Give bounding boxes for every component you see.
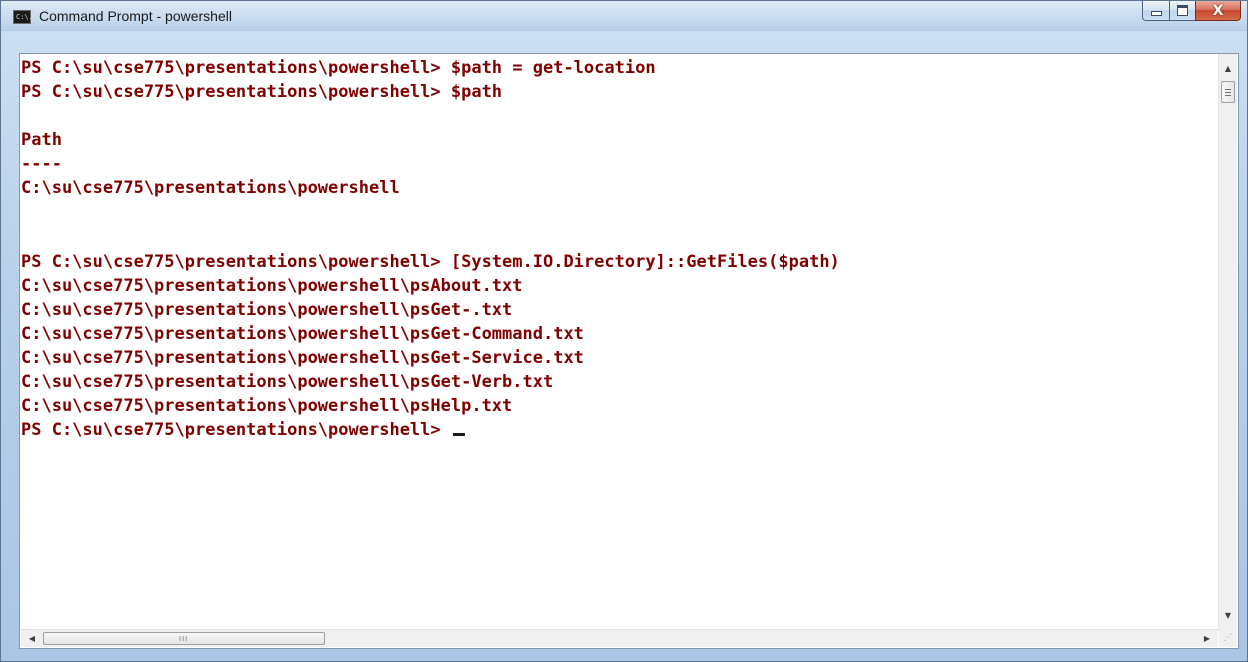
vertical-scrollbar[interactable]: ▲ ▼ <box>1218 54 1237 631</box>
caption-buttons: X <box>1142 1 1241 21</box>
close-icon: X <box>1212 2 1224 19</box>
minimize-icon <box>1150 11 1162 16</box>
close-button[interactable]: X <box>1195 1 1241 21</box>
console-icon[interactable]: C:\. <box>13 10 33 24</box>
console-line: C:\su\cse775\presentations\powershell\ps… <box>21 300 513 320</box>
grip-line <box>1225 92 1231 93</box>
maximize-icon <box>1177 5 1188 16</box>
grip-line <box>1225 89 1231 90</box>
console-line: PS C:\su\cse775\presentations\powershell… <box>21 58 656 78</box>
console-line: C:\su\cse775\presentations\powershell\ps… <box>21 396 513 416</box>
console-line: C:\su\cse775\presentations\powershell\ps… <box>21 324 584 344</box>
grip-icon: III <box>179 635 189 643</box>
scroll-up-arrow-icon[interactable]: ▲ <box>1219 60 1237 78</box>
title-bar[interactable]: C:\. Command Prompt - powershell X <box>1 1 1247 31</box>
console-prompt: PS C:\su\cse775\presentations\powershell… <box>21 420 451 440</box>
text-cursor <box>452 433 465 436</box>
console-window: C:\. Command Prompt - powershell X PS C:… <box>0 0 1248 662</box>
scroll-left-arrow-icon[interactable]: ◀ <box>23 630 41 647</box>
window-title: Command Prompt - powershell <box>39 8 232 24</box>
grip-line <box>1225 95 1231 96</box>
console-line: C:\su\cse775\presentations\powershell\ps… <box>21 276 523 296</box>
console-prompt-line[interactable]: PS C:\su\cse775\presentations\powershell… <box>21 418 465 442</box>
horizontal-scrollbar[interactable]: ◀ III ▶ <box>21 629 1218 647</box>
scroll-right-arrow-icon[interactable]: ▶ <box>1198 630 1216 647</box>
console-line: ---- <box>21 154 62 174</box>
console-line: PS C:\su\cse775\presentations\powershell… <box>21 252 840 272</box>
console-output[interactable]: PS C:\su\cse775\presentations\powershell… <box>21 54 1218 631</box>
console-line: PS C:\su\cse775\presentations\powershell… <box>21 82 503 102</box>
maximize-button[interactable] <box>1169 1 1195 21</box>
console-frame: PS C:\su\cse775\presentations\powershell… <box>19 53 1239 649</box>
console-line: C:\su\cse775\presentations\powershell <box>21 178 400 198</box>
scroll-down-arrow-icon[interactable]: ▼ <box>1219 607 1237 625</box>
horizontal-scroll-thumb[interactable]: III <box>43 632 325 645</box>
resize-grip-icon[interactable]: ⋰ <box>1219 629 1237 647</box>
console-line: C:\su\cse775\presentations\powershell\ps… <box>21 348 584 368</box>
console-line: C:\su\cse775\presentations\powershell\ps… <box>21 372 554 392</box>
minimize-button[interactable] <box>1142 1 1169 21</box>
vertical-scroll-thumb[interactable] <box>1221 81 1235 103</box>
console-line: Path <box>21 130 62 150</box>
